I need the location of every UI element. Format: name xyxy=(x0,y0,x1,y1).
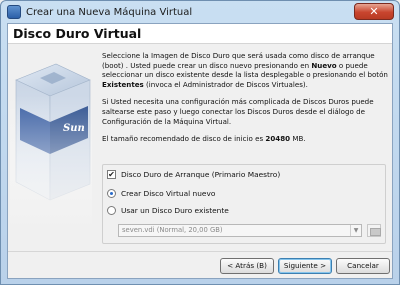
wizard-header: Disco Duro Virtual xyxy=(8,24,392,44)
advanced-paragraph: Si Usted necesita una configuración más … xyxy=(102,97,374,126)
size-text-1: El tamaño recomendado de disco de inicio… xyxy=(102,134,266,144)
description-text: Seleccione la Imagen de Disco Duro que s… xyxy=(102,51,388,152)
title-bar[interactable]: Crear una Nueva Máquina Virtual ✕ xyxy=(1,1,399,23)
intro-paragraph: Seleccione la Imagen de Disco Duro que s… xyxy=(102,51,388,89)
cancel-button[interactable]: Cancelar xyxy=(336,258,390,274)
new-disk-radio-row[interactable]: Crear Disco Virtual nuevo xyxy=(107,189,215,198)
wizard-window: Crear una Nueva Máquina Virtual ✕ Disco … xyxy=(0,0,400,285)
intro-bold-nuevo: Nuevo xyxy=(311,60,337,70)
intro-text-3: (invoca el Administrador de Discos Virtu… xyxy=(143,79,308,89)
size-text-2: MB. xyxy=(290,134,306,144)
virtualbox-cube-image xyxy=(10,50,92,230)
wizard-footer: < Atrás (B) Siguiente > Cancelar xyxy=(8,251,392,279)
close-icon: ✕ xyxy=(369,5,379,18)
existing-disk-radio-label[interactable]: Usar un Disco Duro existente xyxy=(121,206,229,215)
recommended-size-paragraph: El tamaño recomendado de disco de inicio… xyxy=(102,134,388,144)
intro-bold-existentes: Existentes xyxy=(102,79,144,89)
existing-disk-dropdown-value: seven.vdi (Normal, 20,00 GB) xyxy=(122,226,223,234)
close-button[interactable]: ✕ xyxy=(354,3,394,20)
virtualbox-app-icon xyxy=(7,5,21,19)
sun-logo-text: Sun xyxy=(63,123,85,134)
boot-disk-checkbox-label[interactable]: Disco Duro de Arranque (Primario Maestro… xyxy=(121,170,280,179)
existing-disk-radio[interactable] xyxy=(107,206,116,215)
page-title: Disco Duro Virtual xyxy=(13,26,142,41)
new-disk-radio-label[interactable]: Crear Disco Virtual nuevo xyxy=(121,189,215,198)
recommended-size-value: 20480 xyxy=(265,134,291,144)
next-button[interactable]: Siguiente > xyxy=(278,258,332,274)
new-disk-radio[interactable] xyxy=(107,189,116,198)
boot-disk-checkbox-row[interactable]: ✔ Disco Duro de Arranque (Primario Maest… xyxy=(107,170,280,179)
wizard-client-area: Disco Duro Virtual Sun Seleccione la Ima… xyxy=(7,23,393,279)
boot-disk-checkbox[interactable]: ✔ xyxy=(107,170,116,179)
existing-disk-dropdown[interactable]: seven.vdi (Normal, 20,00 GB) ▼ xyxy=(118,224,362,237)
chevron-down-icon[interactable]: ▼ xyxy=(350,225,361,236)
existing-disk-radio-row[interactable]: Usar un Disco Duro existente xyxy=(107,206,229,215)
folder-icon[interactable] xyxy=(367,224,381,237)
back-button[interactable]: < Atrás (B) xyxy=(220,258,274,274)
window-title: Crear una Nueva Máquina Virtual xyxy=(26,6,193,18)
boot-disk-group: ✔ Disco Duro de Arranque (Primario Maest… xyxy=(102,164,386,244)
